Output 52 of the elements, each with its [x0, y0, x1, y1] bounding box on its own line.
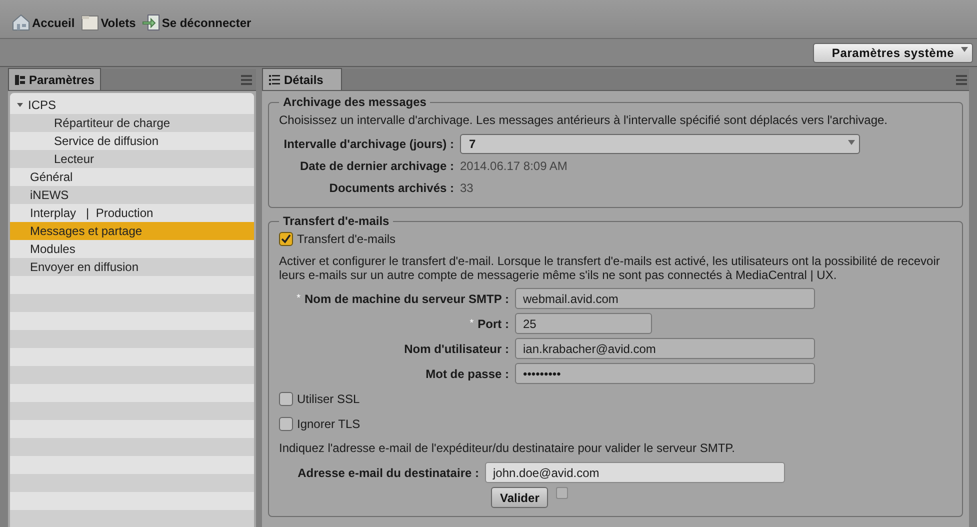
tree-item[interactable]: iNEWS	[10, 186, 254, 204]
checkbox[interactable]	[279, 392, 293, 406]
tree-item[interactable]: Répartiteur de charge	[10, 114, 254, 132]
group-title: Archivage des messages	[282, 94, 428, 111]
input-field[interactable]: ian.krabacher@avid.com	[515, 338, 815, 359]
interval-dropdown[interactable]: 7	[460, 134, 860, 154]
tree-item[interactable]: Envoyer en diffusion	[10, 258, 254, 276]
checkbox[interactable]	[279, 232, 293, 246]
panel-tab[interactable]: Détails	[262, 68, 342, 90]
toolbar-button[interactable]: Accueil	[12, 14, 75, 32]
input-field[interactable]: john.doe@avid.com	[485, 462, 785, 483]
hint-text: Indiquez l'adresse e-mail de l'expéditeur/du destinataire pour valider le serveur SMTP.	[279, 440, 736, 457]
tree-icon	[15, 74, 25, 84]
field-label: Intervalle d'archivage (jours) :	[282, 136, 454, 153]
required-asterisk: *	[296, 292, 300, 306]
caret-icon	[16, 101, 24, 109]
system-dropdown[interactable]: Paramètres système	[813, 42, 973, 62]
toolbar-button[interactable]: Volets	[80, 14, 136, 32]
checkmark-icon	[281, 234, 291, 244]
exit-icon	[142, 14, 160, 31]
field-label: Mot de passe :	[426, 366, 509, 382]
caret-icon	[848, 140, 855, 145]
field-label: Documents archivés :	[328, 180, 454, 197]
menu-icon[interactable]	[956, 75, 967, 85]
menu-icon[interactable]	[241, 75, 252, 85]
home-icon	[12, 14, 30, 31]
field-label: Date de dernier archivage :	[298, 158, 454, 175]
field-label: Adresse e-mail du destinataire :	[296, 464, 479, 482]
list-icon	[269, 74, 280, 84]
checkbox-label: Utiliser SSL	[297, 390, 360, 408]
caret-icon	[961, 46, 968, 52]
archive-count: 33	[460, 180, 474, 197]
field-label: Nom d'utilisateur :	[404, 340, 509, 358]
panel-tab[interactable]: Paramètres	[8, 68, 102, 90]
archive-date: 2014.06.17 8:09 AM	[460, 158, 568, 175]
toolbar-button[interactable]: Se déconnecter	[142, 14, 252, 32]
checkbox[interactable]	[279, 416, 293, 430]
validate-button[interactable]: Valider	[491, 487, 548, 508]
folder-icon	[80, 14, 99, 31]
field-label: Nom de machine du serveur SMTP :	[304, 290, 509, 308]
group-title: Transfert d'e-mails	[282, 213, 390, 230]
checkbox-label: Transfert d'e-mails	[297, 231, 396, 248]
description-text: Activer et configurer le transfert d'e-mail. Lorsque le transfert d'e-mails est activé, les utilisateurs ont la possibilité de recevoir leurs e-mails sur un autre compte de messagerie même s'ils ne sont pas connectés à MediaCentral | UX.	[279, 254, 941, 282]
tree-item[interactable]: Lecteur	[10, 150, 254, 168]
tree-item[interactable]: Messages et partage	[10, 222, 254, 240]
field-label: Port :	[478, 316, 509, 332]
input-field[interactable]: webmail.avid.com	[515, 288, 815, 309]
checkbox-label: Ignorer TLS	[297, 416, 360, 432]
input-field[interactable]: •••••••••	[515, 363, 815, 384]
input-field[interactable]: 25	[515, 313, 652, 334]
description-text: Choisissez un intervalle d'archivage. Les messages antérieurs à l'intervalle spécifié sont déplacés vers l'archivage.	[279, 112, 889, 129]
required-asterisk: *	[470, 317, 474, 331]
